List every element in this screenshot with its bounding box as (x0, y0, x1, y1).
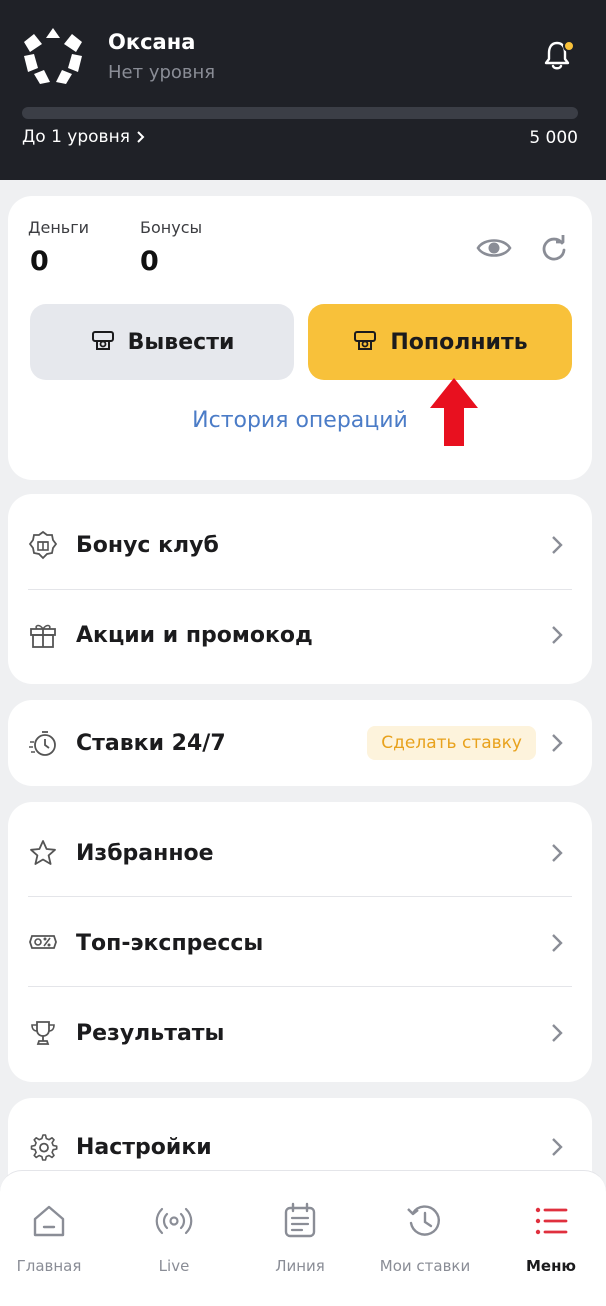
user-name: Оксана (108, 30, 196, 54)
menu-group-bonus: Бонус клуб Акции и промокод (8, 494, 592, 684)
menu-item-label: Ставки 24/7 (76, 730, 226, 756)
calendar-icon (284, 1202, 316, 1238)
bottom-tab-bar: Главная Live Линия Мои ставки Меню (0, 1170, 606, 1306)
eye-icon[interactable] (476, 234, 512, 262)
wallet-out-icon (91, 331, 114, 350)
level-progress-bar (22, 107, 578, 119)
chevron-right-icon (552, 934, 563, 952)
trophy-icon (31, 1021, 55, 1045)
tab-live[interactable]: Live (119, 1201, 229, 1281)
tab-label: Главная (16, 1257, 82, 1275)
divider (28, 986, 572, 987)
history-link[interactable]: История операций (8, 408, 592, 433)
menu-icon (535, 1207, 568, 1235)
tab-line[interactable]: Линия (245, 1201, 355, 1281)
tab-label: Live (158, 1257, 190, 1275)
menu-item-promotions[interactable]: Акции и промокод (28, 590, 572, 680)
live-icon (155, 1207, 193, 1235)
gear-icon (30, 1134, 58, 1161)
menu-item-bets-247[interactable]: Ставки 24/7 Сделать ставку (28, 698, 572, 788)
tab-home[interactable]: Главная (0, 1201, 104, 1281)
wallet-in-icon (354, 331, 377, 350)
gift-icon (30, 624, 56, 648)
logo-icon (24, 28, 82, 84)
menu-item-label: Топ-экспрессы (76, 930, 264, 956)
menu-item-label: Настройки (76, 1134, 212, 1160)
level-link-label: До 1 уровня (22, 127, 130, 147)
withdraw-button[interactable]: Вывести (30, 304, 294, 380)
chevron-right-icon (552, 844, 563, 862)
chevron-right-icon (552, 626, 563, 644)
menu-item-label: Акции и промокод (76, 622, 313, 648)
level-link[interactable]: До 1 уровня (22, 127, 145, 147)
tab-menu[interactable]: Меню (496, 1201, 606, 1281)
bonus-label: Бонусы (140, 218, 203, 237)
menu-item-top-express[interactable]: Топ-экспрессы (28, 898, 572, 988)
notification-dot (563, 40, 575, 52)
money-value: 0 (30, 246, 49, 277)
tab-label: Мои ставки (379, 1257, 471, 1275)
tab-my-bets[interactable]: Мои ставки (370, 1201, 480, 1281)
menu-item-results[interactable]: Результаты (28, 988, 572, 1078)
menu-group-main: Избранное Топ-экспрессы Результаты (8, 802, 592, 1082)
tab-label: Линия (275, 1257, 325, 1275)
divider (28, 896, 572, 897)
chevron-right-icon (137, 131, 145, 143)
user-level: Нет уровня (108, 62, 216, 83)
home-icon (33, 1205, 65, 1237)
deposit-button[interactable]: Пополнить (308, 304, 572, 380)
menu-group-bets: Ставки 24/7 Сделать ставку (8, 700, 592, 786)
star-icon (30, 840, 56, 865)
balance-card: Деньги 0 Бонусы 0 Вывести Пополнить Исто… (8, 196, 592, 480)
money-label: Деньги (28, 218, 90, 237)
menu-item-bonus-club[interactable]: Бонус клуб (28, 500, 572, 590)
stopwatch-icon (29, 731, 56, 756)
menu-item-label: Избранное (76, 840, 214, 866)
profile-header: Оксана Нет уровня До 1 уровня 5 000 (0, 0, 606, 180)
menu-item-label: Бонус клуб (76, 532, 219, 558)
tab-label: Меню (525, 1257, 577, 1275)
deposit-label: Пополнить (390, 329, 528, 355)
withdraw-label: Вывести (127, 329, 235, 355)
menu-item-favorites[interactable]: Избранное (28, 808, 572, 898)
menu-item-label: Результаты (76, 1020, 225, 1046)
top-express-icon (29, 935, 57, 949)
bonus-club-icon (28, 530, 58, 560)
chevron-right-icon (552, 1024, 563, 1042)
refresh-icon[interactable] (540, 234, 568, 262)
arrow-up-icon (430, 378, 478, 446)
chevron-right-icon (552, 1138, 563, 1156)
chevron-right-icon (552, 536, 563, 554)
level-target: 5 000 (529, 128, 578, 148)
make-bet-badge[interactable]: Сделать ставку (367, 726, 536, 760)
chevron-right-icon (552, 734, 563, 752)
bonus-value: 0 (140, 246, 159, 277)
history-icon (407, 1205, 440, 1236)
